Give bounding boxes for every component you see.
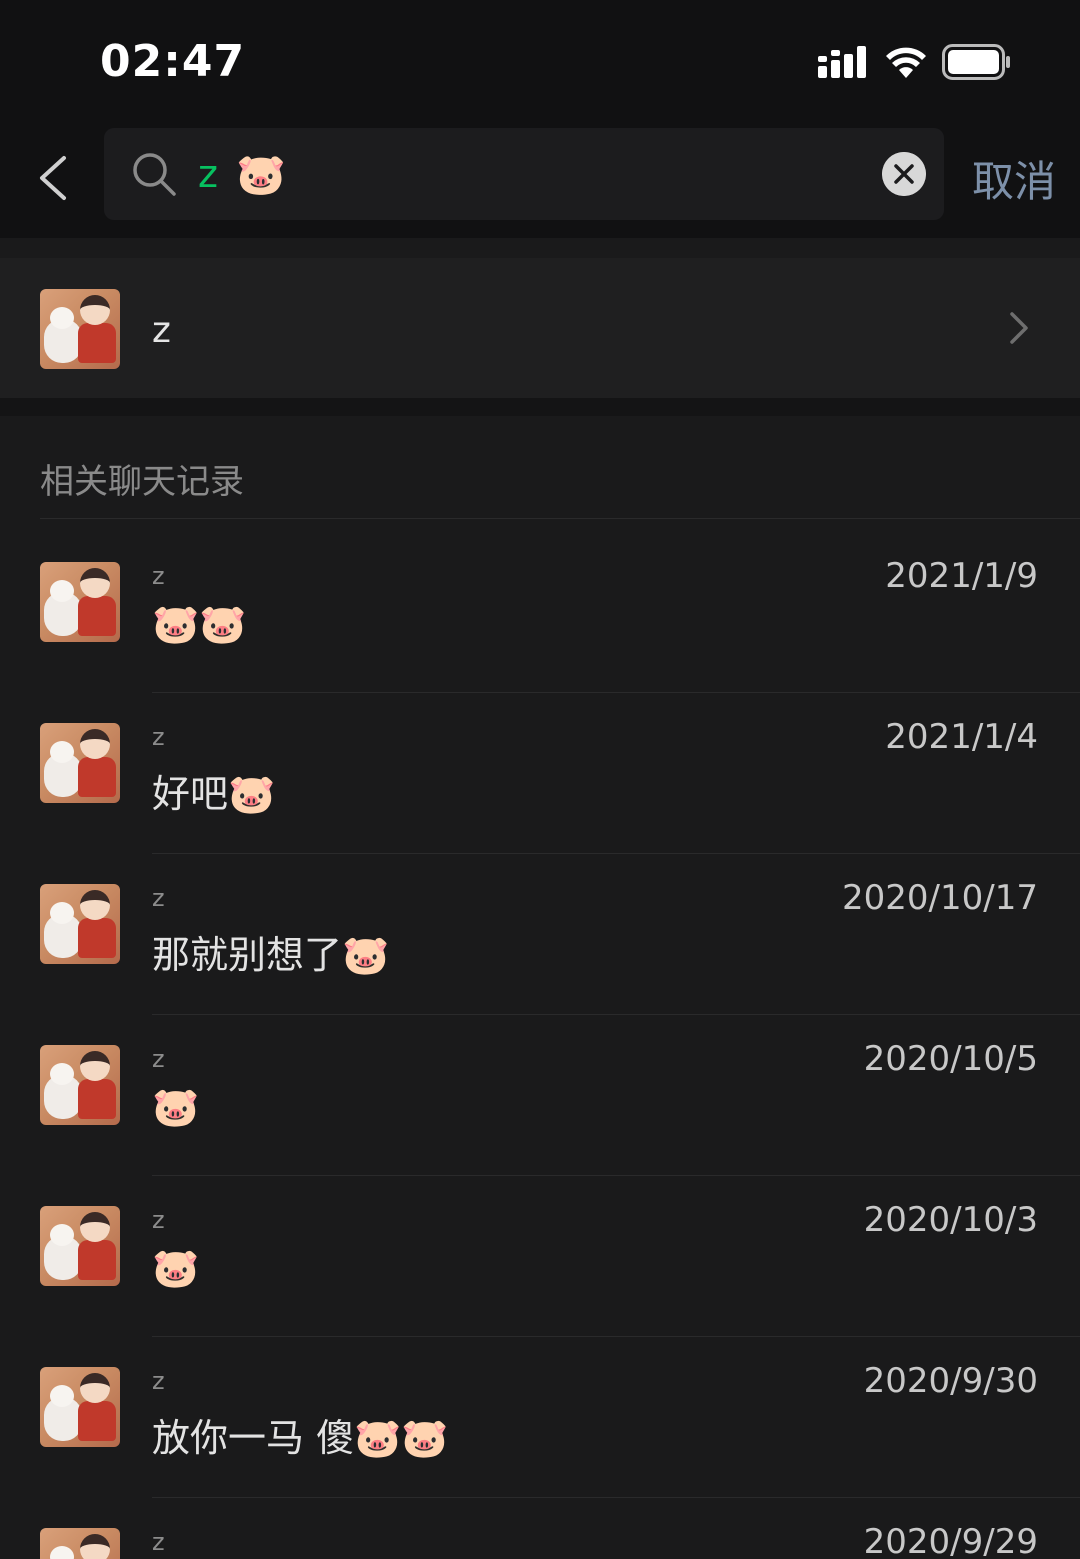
avatar (40, 723, 120, 803)
chat-record[interactable]: z 🐷🐷 2021/1/9 (0, 532, 1080, 693)
avatar (40, 884, 120, 964)
status-bar: 02:47 (0, 0, 1080, 120)
record-date: 2020/10/5 (863, 1039, 1038, 1079)
chat-record[interactable]: z 2020/9/29 (0, 1498, 1080, 1559)
record-message: 🐷 (152, 1246, 200, 1290)
chat-record[interactable]: z 🐷 2020/10/3 (0, 1176, 1080, 1337)
signal-icon (818, 46, 866, 78)
record-message: 好吧🐷 (152, 772, 276, 816)
section-divider (40, 518, 1080, 519)
chat-record[interactable]: z 好吧🐷 2021/1/4 (0, 693, 1080, 854)
clear-search-button[interactable] (882, 152, 926, 196)
chat-record[interactable]: z 放你一马 傻🐷🐷 2020/9/30 (0, 1337, 1080, 1498)
search-query-emoji: 🐷 (235, 151, 286, 198)
search-query: z 🐷 (198, 146, 286, 202)
avatar (40, 289, 120, 369)
contact-result[interactable]: z (0, 258, 1080, 398)
record-message: 🐷 (152, 1085, 200, 1129)
section-gap (0, 398, 1080, 416)
contact-name: z (152, 310, 171, 351)
avatar (40, 1528, 120, 1559)
chat-record[interactable]: z 🐷 2020/10/5 (0, 1015, 1080, 1176)
record-date: 2020/10/3 (863, 1200, 1038, 1240)
record-message: 🐷🐷 (152, 602, 247, 646)
avatar (40, 562, 120, 642)
search-header: z 🐷 取消 (0, 120, 1080, 238)
cancel-button[interactable]: 取消 (972, 148, 1056, 209)
back-button[interactable] (30, 148, 80, 208)
search-icon (133, 153, 176, 196)
record-sender: z (152, 562, 165, 590)
chevron-right-icon (1010, 312, 1028, 344)
avatar (40, 1045, 120, 1125)
record-sender: z (152, 723, 165, 751)
record-sender: z (152, 1367, 165, 1395)
section-title: 相关聊天记录 (40, 462, 244, 502)
status-time: 02:47 (100, 36, 246, 87)
record-date: 2020/9/30 (863, 1361, 1038, 1401)
avatar (40, 1206, 120, 1286)
record-sender: z (152, 1045, 165, 1073)
search-input[interactable]: z 🐷 (104, 128, 944, 220)
chat-record[interactable]: z 那就别想了🐷 2020/10/17 (0, 854, 1080, 1015)
record-date: 2021/1/9 (885, 556, 1038, 596)
record-date: 2021/1/4 (885, 717, 1038, 757)
record-sender: z (152, 884, 165, 912)
battery-icon (942, 44, 1010, 80)
search-query-text: z (198, 152, 218, 196)
record-message: 放你一马 傻🐷🐷 (152, 1416, 449, 1460)
record-sender: z (152, 1528, 165, 1556)
avatar (40, 1367, 120, 1447)
wifi-icon (886, 47, 926, 78)
record-date: 2020/9/29 (863, 1522, 1038, 1559)
record-sender: z (152, 1206, 165, 1234)
record-message: 那就别想了🐷 (152, 933, 390, 977)
record-date: 2020/10/17 (842, 878, 1038, 918)
